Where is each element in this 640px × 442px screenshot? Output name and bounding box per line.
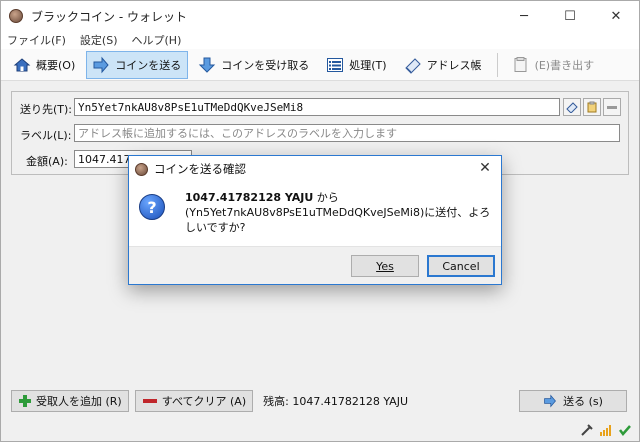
dialog-message: 1047.41782128 YAJU から (Yn5Yet7nkAU8v8PsE… — [185, 190, 497, 235]
label-label: ラベル(L): — [20, 129, 72, 142]
dialog-amount: 1047.41782128 YAJU — [185, 191, 314, 204]
toolbar-separator — [496, 52, 498, 77]
amount-label: 金額(A): — [26, 155, 68, 168]
label-input[interactable]: アドレス帳に追加するには、このアドレスのラベルを入力します — [74, 124, 620, 142]
dialog-app-icon — [135, 162, 148, 176]
tab-overview-label: 概要(O) — [36, 58, 76, 72]
add-recipient-label: 受取人を追加 (R) — [36, 395, 122, 408]
send-button-label: 送る (s) — [563, 395, 603, 408]
confirm-send-dialog: コインを送る確認 ✕ ? 1047.41782128 YAJU から (Yn5Y… — [128, 155, 502, 285]
tab-addressbook[interactable]: アドレス帳 — [398, 51, 489, 79]
tab-receive[interactable]: コインを受け取る — [192, 51, 316, 79]
main-window: ブラックコイン - ウォレット ─ ☐ ✕ ファイル(F) 設定(S) ヘルプ(… — [0, 0, 640, 442]
export-button[interactable]: (E)書き出す — [506, 51, 602, 79]
address-book-icon — [403, 55, 423, 75]
tab-receive-label: コインを受け取る — [221, 58, 310, 72]
clear-icon[interactable] — [603, 98, 621, 116]
menu-bar: ファイル(F) 設定(S) ヘルプ(H) — [1, 31, 639, 49]
tab-transactions[interactable]: 処理(T) — [320, 51, 393, 79]
tab-send[interactable]: コインを送る — [86, 50, 189, 79]
window-title: ブラックコイン - ウォレット — [31, 9, 187, 24]
add-icon — [18, 394, 32, 408]
dialog-title-bar: コインを送る確認 ✕ — [129, 156, 501, 182]
dialog-footer: Yes Cancel — [129, 246, 501, 284]
dialog-close-button[interactable]: ✕ — [477, 160, 493, 176]
paste-icon[interactable] — [583, 98, 601, 116]
tab-transactions-label: 処理(T) — [349, 58, 387, 72]
bottom-bar: 受取人を追加 (R) すべてクリア (A) 残高: 1047.41782128 … — [11, 389, 629, 413]
question-icon: ? — [139, 194, 165, 220]
yes-label: Yes — [376, 259, 394, 273]
close-button[interactable]: ✕ — [593, 1, 639, 31]
mining-icon — [579, 422, 595, 438]
clear-all-icon — [142, 396, 158, 406]
minimize-button[interactable]: ─ — [501, 1, 547, 31]
clear-all-label: すべてクリア (A) — [161, 395, 247, 408]
balance-text: 残高: 1047.41782128 YAJU — [263, 395, 409, 408]
arrow-right-icon — [91, 55, 111, 75]
send-icon — [543, 394, 557, 408]
dialog-body: ? 1047.41782128 YAJU から (Yn5Yet7nkAU8v8P… — [129, 182, 501, 246]
dialog-from-text: から — [313, 191, 339, 204]
status-bar — [1, 419, 639, 441]
menu-help[interactable]: ヘルプ(H) — [132, 32, 182, 48]
cancel-button[interactable]: Cancel — [427, 255, 495, 277]
dialog-message-text: (Yn5Yet7nkAU8v8PsE1uTMeDdQKveJSeMi8)に送付、… — [185, 206, 491, 234]
home-icon — [12, 55, 32, 75]
label-placeholder: アドレス帳に追加するには、このアドレスのラベルを入力します — [78, 127, 397, 140]
yes-button[interactable]: Yes — [351, 255, 419, 277]
tab-overview[interactable]: 概要(O) — [7, 51, 82, 79]
cancel-label: Cancel — [442, 259, 480, 273]
window-controls: ─ ☐ ✕ — [501, 1, 639, 31]
menu-file[interactable]: ファイル(F) — [7, 32, 66, 48]
tab-send-label: コインを送る — [115, 58, 182, 72]
list-icon — [325, 55, 345, 75]
pay-to-input[interactable]: Yn5Yet7nkAU8v8PsE1uTMeDdQKveJSeMi8 — [74, 98, 560, 116]
send-button[interactable]: 送る (s) — [519, 390, 627, 412]
connections-icon — [598, 422, 614, 438]
synced-check-icon — [617, 422, 633, 438]
toolbar: 概要(O) コインを送る コインを受け取る 処理(T) アドレス帳 (E)書き出… — [1, 49, 639, 81]
title-bar: ブラックコイン - ウォレット ─ ☐ ✕ — [1, 1, 639, 31]
arrow-down-icon — [197, 55, 217, 75]
tab-addressbook-label: アドレス帳 — [426, 58, 482, 72]
address-book-icon[interactable] — [563, 98, 581, 116]
dialog-title: コインを送る確認 — [154, 162, 246, 176]
pay-to-value: Yn5Yet7nkAU8v8PsE1uTMeDdQKveJSeMi8 — [78, 100, 304, 114]
maximize-button[interactable]: ☐ — [547, 1, 593, 31]
add-recipient-button[interactable]: 受取人を追加 (R) — [11, 390, 129, 412]
app-logo-icon — [9, 9, 23, 23]
pay-to-label: 送り先(T): — [20, 103, 73, 116]
clear-all-button[interactable]: すべてクリア (A) — [134, 390, 254, 412]
menu-settings[interactable]: 設定(S) — [80, 32, 118, 48]
export-icon — [511, 55, 531, 75]
export-label: (E)書き出す — [534, 58, 595, 72]
